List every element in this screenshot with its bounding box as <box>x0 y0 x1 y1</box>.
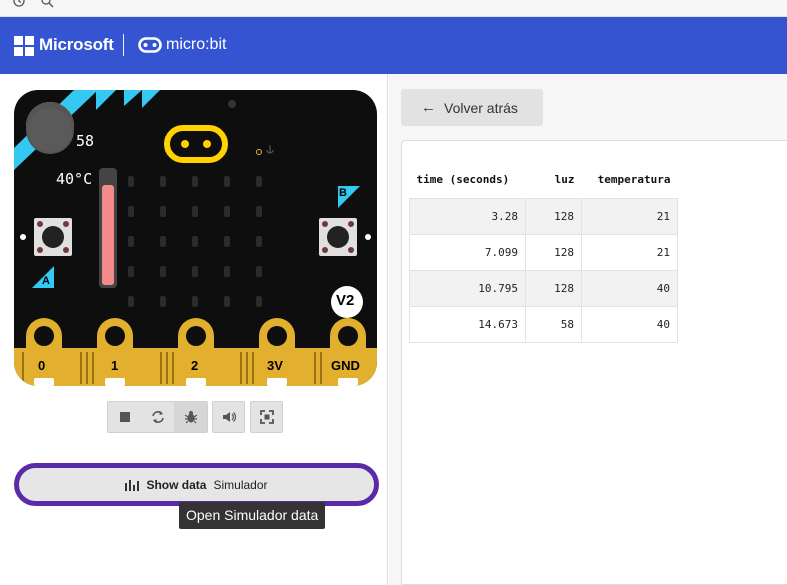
button-b-label: B <box>339 187 347 199</box>
microbit-logo-icon <box>138 37 162 53</box>
table-cell: 7.099 <box>409 233 526 271</box>
bar-chart-icon <box>125 479 140 491</box>
app-header: Microsoft micro:bit <box>0 17 787 74</box>
stop-icon <box>119 412 130 422</box>
table-cell: 58 <box>525 305 582 343</box>
column-header: luz <box>554 173 575 187</box>
column-header: time (seconds) <box>416 173 510 187</box>
sound-icon <box>222 412 236 422</box>
tooltip: Open Simulador data <box>179 502 326 529</box>
product-label: micro:bit <box>166 36 227 53</box>
table-cell: 128 <box>525 197 582 235</box>
simulator-controls <box>107 401 208 433</box>
history-icon[interactable] <box>12 0 26 8</box>
arrow-left-icon: ← <box>421 99 436 116</box>
table-row: 3.28 128 21 <box>409 197 678 235</box>
back-button[interactable]: ← Volver atrás <box>401 89 543 126</box>
show-data-button[interactable]: Show data Simulador <box>14 463 379 506</box>
restart-button[interactable] <box>141 402 174 432</box>
show-data-source: Simulador <box>213 477 268 492</box>
version-badge: V2 <box>336 292 355 309</box>
fullscreen-control <box>250 401 283 433</box>
table-cell: 21 <box>581 197 678 235</box>
column-header: temperatura <box>597 173 671 187</box>
simulator-pane: 58 40°C A B V2 0 1 2 3V GND Show data Si… <box>0 74 388 585</box>
pin-2[interactable]: 2 <box>191 358 198 373</box>
table-cell: 40 <box>581 305 678 343</box>
data-table: time (seconds) luz temperatura 3.28 128 … <box>409 162 678 343</box>
table-cell: 21 <box>581 233 678 271</box>
table-cell: 40 <box>581 269 678 307</box>
fullscreen-icon <box>259 410 274 424</box>
pin-3v: 3V <box>267 358 283 373</box>
table-cell: 128 <box>525 269 582 307</box>
pin-1[interactable]: 1 <box>111 358 118 373</box>
table-cell: 14.673 <box>409 305 526 343</box>
table-row: 10.795 128 40 <box>409 269 678 307</box>
header-divider <box>123 34 124 56</box>
data-panel: time (seconds) luz temperatura 3.28 128 … <box>401 140 787 585</box>
debug-icon <box>184 411 197 424</box>
table-cell: 128 <box>525 233 582 271</box>
table-row: 7.099 128 21 <box>409 233 678 271</box>
fullscreen-button[interactable] <box>251 402 282 432</box>
temperature-value: 40°C <box>56 170 93 188</box>
microbit-board: 58 40°C A B V2 0 1 2 3V GND <box>14 90 377 386</box>
button-a-label: A <box>42 275 50 287</box>
led-matrix <box>128 176 262 307</box>
debug-button[interactable] <box>174 402 207 432</box>
back-label: Volver atrás <box>444 99 518 116</box>
pin-gnd: GND <box>331 358 360 373</box>
data-view-pane: ← Volver atrás time (seconds) luz temper… <box>389 74 787 585</box>
search-icon[interactable] <box>40 0 54 8</box>
show-data-label: Show data <box>146 477 207 492</box>
brand-label: Microsoft <box>39 35 114 54</box>
sound-control <box>212 401 245 433</box>
table-row: 14.673 58 40 <box>409 305 678 343</box>
browser-toolbar <box>0 0 787 17</box>
touch-logo[interactable] <box>164 125 228 163</box>
table-header-row: time (seconds) luz temperatura <box>410 162 678 198</box>
light-level-value: 58 <box>76 132 95 150</box>
restart-icon <box>151 411 164 423</box>
microsoft-logo-icon <box>14 36 34 56</box>
stop-button[interactable] <box>108 402 141 432</box>
pin-0[interactable]: 0 <box>38 358 45 373</box>
mute-button[interactable] <box>213 402 244 432</box>
table-cell: 10.795 <box>409 269 526 307</box>
table-cell: 3.28 <box>409 197 526 235</box>
